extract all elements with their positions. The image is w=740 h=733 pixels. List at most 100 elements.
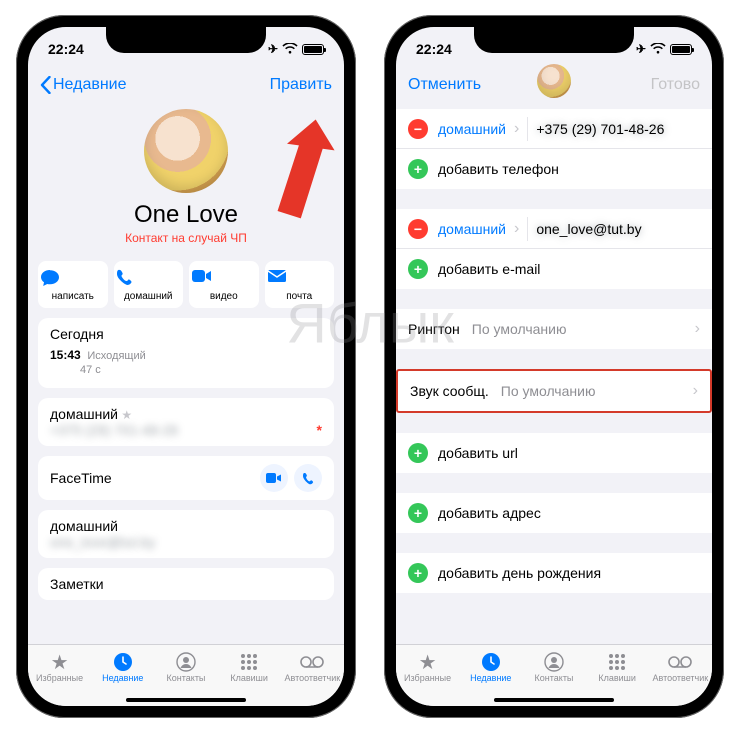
- contact-name: One Love: [28, 201, 344, 229]
- add-icon: +: [408, 259, 428, 279]
- phone-card[interactable]: домашний +375 (29) 701-48-26 *: [38, 398, 334, 446]
- phone-left: 22:24 ✈︎ Недавние Править One Lo: [16, 15, 356, 718]
- add-icon: +: [408, 503, 428, 523]
- facetime-audio-button[interactable]: [294, 464, 322, 492]
- chevron-right-icon: ›: [693, 382, 698, 400]
- clock-icon: [93, 651, 153, 673]
- text-tone-group: Звук сообщ. По умолчанию ›: [396, 369, 712, 413]
- tab-keypad[interactable]: Клавиши: [587, 651, 647, 683]
- battery-icon: [670, 44, 692, 55]
- email-card[interactable]: домашний one_love@tut.by: [38, 510, 334, 558]
- star-icon: ★: [398, 651, 458, 673]
- tab-contacts[interactable]: Контакты: [156, 651, 216, 683]
- airplane-icon: ✈︎: [636, 42, 646, 56]
- keypad-icon: [219, 651, 279, 673]
- home-indicator[interactable]: [494, 698, 614, 702]
- address-group: + добавить адрес: [396, 493, 712, 533]
- tab-bar: ★ Избранные Недавние Контакты: [28, 644, 344, 706]
- email-row[interactable]: − домашний › one_love@tut.by: [396, 209, 712, 249]
- email-value[interactable]: one_love@tut.by: [536, 221, 700, 237]
- notch: [106, 27, 266, 53]
- done-button[interactable]: Готово: [651, 76, 700, 94]
- voicemail-icon: [282, 651, 342, 673]
- ringtone-row[interactable]: Рингтон По умолчанию ›: [396, 309, 712, 349]
- tab-favorites[interactable]: ★ Избранные: [398, 651, 458, 683]
- message-button[interactable]: написать: [38, 261, 108, 308]
- airplane-icon: ✈︎: [268, 42, 278, 56]
- phone-row[interactable]: − домашний › +375 (29) 701-48-26: [396, 109, 712, 149]
- keypad-icon: [587, 651, 647, 673]
- mail-button[interactable]: почта: [265, 261, 335, 308]
- clock-icon: [461, 651, 521, 673]
- status-time: 22:24: [416, 41, 452, 57]
- notes-card[interactable]: Заметки: [38, 568, 334, 600]
- tab-voicemail[interactable]: Автоответчик: [282, 651, 342, 683]
- star-icon: ★: [30, 651, 90, 673]
- email-group: − домашний › one_love@tut.by + добавить …: [396, 209, 712, 289]
- notch: [474, 27, 634, 53]
- remove-icon[interactable]: −: [408, 219, 428, 239]
- add-birthday-row[interactable]: + добавить день рождения: [396, 553, 712, 593]
- battery-icon: [302, 44, 324, 55]
- wifi-icon: [282, 43, 298, 55]
- email-label: домашний: [50, 518, 322, 534]
- url-group: + добавить url: [396, 433, 712, 473]
- chevron-right-icon: ›: [695, 320, 700, 338]
- call-button[interactable]: домашний: [114, 261, 184, 308]
- nav-bar: Недавние Править: [28, 65, 344, 105]
- facetime-label: FaceTime: [50, 470, 112, 486]
- add-address-row[interactable]: + добавить адрес: [396, 493, 712, 533]
- person-icon: [524, 651, 584, 673]
- phone-icon: [116, 269, 182, 289]
- facetime-card: FaceTime: [38, 456, 334, 500]
- message-icon: [40, 269, 106, 289]
- voicemail-icon: [650, 651, 710, 673]
- home-indicator[interactable]: [126, 698, 246, 702]
- chevron-right-icon: ›: [514, 120, 519, 138]
- add-phone-row[interactable]: + добавить телефон: [396, 149, 712, 189]
- avatar-small[interactable]: [537, 64, 571, 106]
- action-row: написать домашний видео: [28, 255, 344, 318]
- asterisk-annotation: *: [317, 422, 322, 438]
- avatar[interactable]: [144, 109, 228, 193]
- tab-favorites[interactable]: ★ Избранные: [30, 651, 90, 683]
- recent-calls-card: Сегодня 15:43 Исходящий 47 с: [38, 318, 334, 388]
- birthday-group: + добавить день рождения: [396, 553, 712, 593]
- tab-recents[interactable]: Недавние: [93, 651, 153, 683]
- tab-voicemail[interactable]: Автоответчик: [650, 651, 710, 683]
- remove-icon[interactable]: −: [408, 119, 428, 139]
- phone-group: − домашний › +375 (29) 701-48-26 + добав…: [396, 109, 712, 189]
- nav-bar: Отменить Готово: [396, 65, 712, 105]
- today-label: Сегодня: [50, 326, 322, 342]
- phone-number: +375 (29) 701-48-26: [50, 422, 178, 438]
- back-button[interactable]: Недавние: [40, 76, 127, 94]
- add-icon: +: [408, 563, 428, 583]
- phone-value[interactable]: +375 (29) 701-48-26: [536, 121, 700, 137]
- status-time: 22:24: [48, 41, 84, 57]
- emergency-label: Контакт на случай ЧП: [28, 231, 344, 245]
- tab-contacts[interactable]: Контакты: [524, 651, 584, 683]
- add-icon: +: [408, 159, 428, 179]
- phone-label: домашний: [50, 406, 322, 422]
- chevron-right-icon: ›: [514, 220, 519, 238]
- wifi-icon: [650, 43, 666, 55]
- phone-right: 22:24 ✈︎ Отменить Готово −: [384, 15, 724, 718]
- person-icon: [156, 651, 216, 673]
- edit-button[interactable]: Править: [270, 76, 332, 94]
- ringtone-group: Рингтон По умолчанию ›: [396, 309, 712, 349]
- add-url-row[interactable]: + добавить url: [396, 433, 712, 473]
- tab-recents[interactable]: Недавние: [461, 651, 521, 683]
- video-icon: [191, 269, 257, 289]
- call-log-row: 15:43 Исходящий 47 с: [50, 344, 322, 380]
- email-value: one_love@tut.by: [50, 534, 155, 550]
- text-tone-row[interactable]: Звук сообщ. По умолчанию ›: [398, 371, 710, 411]
- contact-header: One Love Контакт на случай ЧП: [28, 105, 344, 255]
- video-button[interactable]: видео: [189, 261, 259, 308]
- add-email-row[interactable]: + добавить e-mail: [396, 249, 712, 289]
- tab-keypad[interactable]: Клавиши: [219, 651, 279, 683]
- add-icon: +: [408, 443, 428, 463]
- cancel-button[interactable]: Отменить: [408, 76, 481, 94]
- tab-bar: ★ Избранные Недавние Контакты: [396, 644, 712, 706]
- facetime-video-button[interactable]: [260, 464, 288, 492]
- mail-icon: [267, 269, 333, 289]
